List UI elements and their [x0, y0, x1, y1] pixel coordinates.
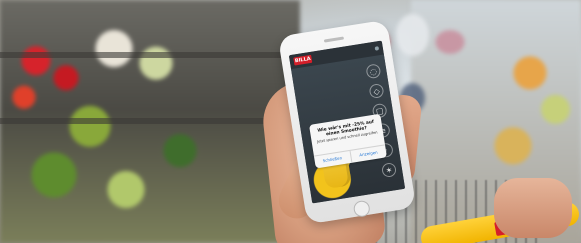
- status-indicator: [374, 46, 380, 51]
- offer-dialog: Wie wär's mit -25% auf einen Smoothie? J…: [308, 113, 387, 169]
- app-content: ◌ ◇ ▢ ≡ ◦ ✶ Wie wär's mit -25% auf einen…: [291, 54, 406, 204]
- phone-speaker: [323, 36, 345, 43]
- tag-icon[interactable]: ◇: [368, 82, 385, 100]
- phone-screen: BILLA ◌ ◇ ▢ ≡ ◦ ✶ Wie wär's mit -25% auf…: [288, 40, 406, 204]
- shelf-edge: [0, 118, 300, 124]
- cart-hand: [494, 178, 572, 238]
- settings-icon[interactable]: ✶: [381, 162, 398, 179]
- supermarket-scene: BILLA ◌ ◇ ▢ ≡ ◦ ✶ Wie wär's mit -25% auf…: [0, 0, 581, 243]
- shelf-edge: [0, 52, 300, 58]
- billa-logo: BILLA: [293, 54, 313, 66]
- bell-icon[interactable]: ◌: [365, 63, 382, 80]
